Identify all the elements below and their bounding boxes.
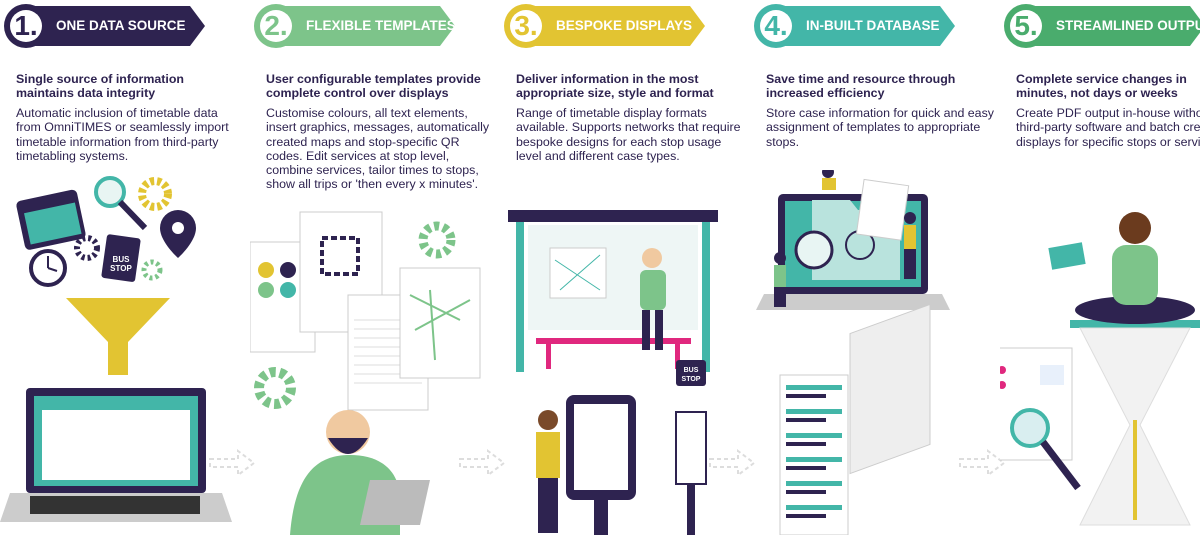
step-description: Create PDF output in-house without third…	[1016, 106, 1200, 149]
step-heading: Complete service changes in minutes, not…	[1016, 72, 1187, 100]
svg-text:STOP: STOP	[682, 376, 701, 383]
step-illustration: BUS STOP	[0, 170, 240, 540]
step-title: FLEXIBLE TEMPLATES	[306, 18, 456, 33]
step-5: 5. STREAMLINED OUTPUT Complete service c…	[991, 0, 1200, 535]
step-heading: Deliver information in the most appropri…	[516, 72, 714, 100]
person-icon	[904, 212, 916, 279]
templates-illustration	[249, 211, 481, 535]
database-illustration	[756, 166, 950, 536]
bus-stop-pole: BUS STOP	[675, 360, 707, 535]
step-illustration	[750, 166, 990, 540]
step-heading: Save time and resource through increased…	[766, 72, 956, 100]
step-illustration	[249, 170, 490, 540]
step-banner: 2. FLEXIBLE TEMPLATES	[250, 4, 460, 48]
step-number: 4.	[764, 10, 788, 41]
gear-icon	[141, 259, 163, 281]
digital-kiosk	[566, 395, 636, 535]
step-number: 1.	[14, 10, 38, 41]
person-icon	[774, 252, 786, 307]
step-illustration	[991, 170, 1200, 540]
person-icon	[822, 166, 836, 190]
step-heading: Single source of information maintains d…	[16, 72, 184, 100]
step-number: 3.	[514, 10, 538, 41]
gear-icon	[254, 367, 296, 409]
magnifier-icon	[794, 230, 834, 270]
step-description: Range of timetable display formats avail…	[516, 106, 741, 163]
funnel-icon	[66, 298, 170, 375]
bus-shelter	[508, 210, 718, 372]
displays-illustration: BUS STOP	[508, 210, 718, 535]
svg-text:STOP: STOP	[110, 264, 132, 273]
person-sitting	[1075, 212, 1195, 324]
bus-stop-sign-icon: BUSSTOP	[101, 234, 141, 282]
step-4: 4. IN-BUILT DATABASE Save time and resou…	[750, 0, 994, 536]
step-2: 2. FLEXIBLE TEMPLATES User configurable …	[249, 0, 490, 535]
step-heading: User configurable templates provide comp…	[266, 72, 481, 100]
step-number: 2.	[264, 10, 288, 41]
svg-text:BUS: BUS	[684, 367, 699, 374]
laptop-icon	[0, 388, 232, 522]
step-title: BESPOKE DISPLAYS	[556, 18, 693, 33]
output-illustration	[991, 212, 1200, 526]
step-description: Store case information for quick and eas…	[766, 106, 994, 149]
gear-icon	[418, 221, 456, 259]
step-title: STREAMLINED OUTPUT	[1056, 18, 1200, 33]
step-illustration: BUS STOP	[500, 170, 740, 540]
hourglass-icon	[1070, 320, 1200, 526]
tablet-icon	[1048, 242, 1086, 270]
step-title: ONE DATA SOURCE	[56, 18, 186, 33]
map-document	[399, 267, 481, 379]
magnifier-icon	[94, 176, 148, 231]
step-banner: 5. STREAMLINED OUTPUT	[1000, 4, 1200, 48]
data-source-illustration: BUSSTOP	[0, 176, 232, 522]
step-description: Automatic inclusion of timetable data fr…	[16, 106, 229, 163]
step-3: 3. BESPOKE DISPLAYS Deliver information …	[500, 0, 741, 535]
step-banner: 1. ONE DATA SOURCE	[0, 4, 210, 48]
checklist-document	[855, 178, 910, 241]
timetable-stack	[779, 303, 931, 536]
step-banner: 3. BESPOKE DISPLAYS	[500, 4, 710, 48]
laptop-icon	[360, 480, 430, 525]
step-title: IN-BUILT DATABASE	[806, 18, 940, 33]
step-banner: 4. IN-BUILT DATABASE	[750, 4, 960, 48]
gear-icon	[138, 177, 172, 211]
person-with-phone	[536, 410, 560, 533]
step-number: 5.	[1014, 10, 1038, 41]
gear-icon	[74, 235, 100, 261]
svg-text:BUS: BUS	[113, 255, 131, 264]
step-1: 1. ONE DATA SOURCE Single source of info…	[0, 0, 240, 535]
